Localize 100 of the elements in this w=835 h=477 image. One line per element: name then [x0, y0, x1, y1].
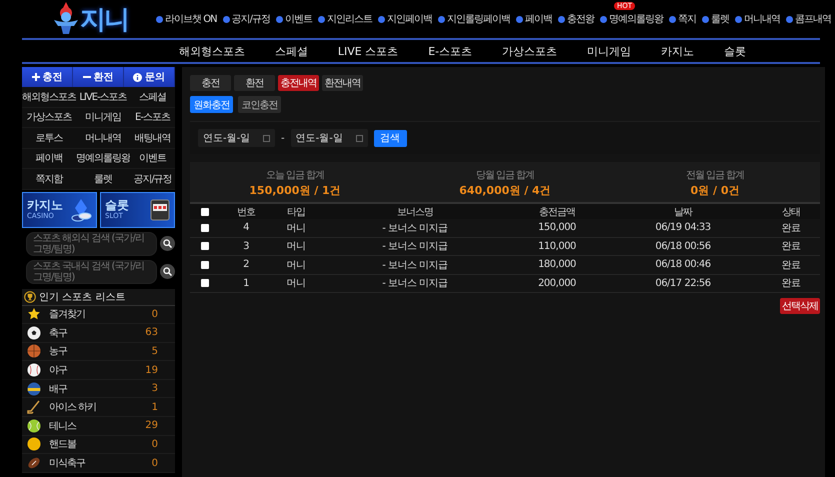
table-cell-text: 06/18 00:46	[654, 259, 712, 270]
main-nav-link[interactable]: 카지노	[646, 44, 710, 58]
top-nav-link[interactable]: 룰렛	[702, 12, 729, 26]
top-nav-link[interactable]: 쪽지	[669, 12, 696, 26]
checkbox[interactable]	[201, 242, 209, 250]
table-cell-text: 150,000	[537, 222, 577, 234]
handball-icon	[27, 437, 41, 452]
tennis-ball-icon	[27, 418, 41, 433]
sport-list-item[interactable]: 배구 3	[22, 380, 175, 398]
sport-list-item[interactable]: 미식축구 0	[22, 454, 175, 473]
sport-list-item[interactable]: 테니스 29	[22, 417, 175, 436]
search-field[interactable]: 스포츠 해외식 검색 (국가/리그명/팀명)	[26, 232, 157, 256]
football-icon	[27, 456, 41, 470]
search-button[interactable]	[160, 264, 175, 279]
table-cell-text: 06/18 00:56	[654, 240, 712, 252]
table-cell-text: 완료	[780, 258, 802, 272]
sub-tab[interactable]: 코인충전	[238, 96, 281, 113]
table-cell-text: 머니	[286, 240, 306, 254]
calendar-icon	[356, 134, 363, 142]
checkbox[interactable]	[201, 224, 209, 232]
dot-icon	[735, 16, 742, 22]
dot-icon	[669, 16, 676, 22]
top-nav-link[interactable]: 지인페이백	[378, 12, 432, 26]
checkbox[interactable]	[201, 279, 209, 288]
sidebar-action-button[interactable]: 충전	[22, 67, 73, 87]
checkbox[interactable]	[201, 208, 209, 216]
summary-value: 640,000원 / 4건	[459, 183, 551, 198]
table-cell-text: 3	[242, 240, 250, 252]
top-nav-link[interactable]: 머니내역	[735, 12, 780, 26]
star-icon	[27, 307, 41, 322]
dot-icon	[558, 16, 565, 22]
top-nav-link[interactable]: 콤프내역	[786, 12, 831, 26]
main-nav-link[interactable]: E-스포츠	[413, 44, 488, 58]
dot-icon	[438, 16, 445, 22]
column-header: 충전금액	[538, 206, 576, 218]
dot-icon	[318, 16, 325, 22]
baseball-icon	[27, 363, 41, 378]
poker-chips-icon	[70, 198, 92, 222]
main-nav-link[interactable]: LIVE 스포츠	[322, 44, 414, 58]
sport-list-item[interactable]: 핸드볼 0	[22, 436, 175, 454]
search-button[interactable]	[160, 236, 175, 251]
summary-value: 0원 / 0건	[690, 183, 740, 198]
logo-text[interactable]: 지니	[80, 2, 128, 36]
dot-icon	[222, 16, 230, 22]
date-field[interactable]: 연도-월-일	[290, 129, 368, 147]
table-cell-text: 완료	[780, 240, 802, 254]
tab[interactable]: 환전내역	[322, 75, 363, 91]
table-cell-text: 머니	[286, 277, 306, 290]
sub-tab[interactable]: 원화충전	[190, 96, 233, 113]
delete-selected-button[interactable]: 선택삭제	[780, 298, 820, 314]
table-cell-text: 06/19 04:33	[654, 222, 712, 234]
top-nav-link[interactable]: 지인롤링페이백	[438, 12, 510, 26]
main-nav-link[interactable]: 스페셜	[260, 44, 323, 58]
sports-list-title: 인기 스포츠 리스트	[39, 290, 126, 304]
sidebar-menu-item[interactable]: 페이백	[22, 148, 76, 169]
tab[interactable]: 충전	[190, 75, 231, 91]
sport-list-item[interactable]: 야구 19	[22, 361, 175, 380]
table-cell-text: 2	[242, 259, 250, 270]
dot-icon	[516, 16, 523, 22]
tab[interactable]: 충전내역	[278, 75, 319, 91]
sport-list-item[interactable]: 아이스 하키 1	[22, 398, 175, 418]
date-field[interactable]: 연도-월-일	[198, 129, 275, 147]
dot-icon	[702, 16, 709, 22]
table-cell-text: - 보너스 미지급	[381, 277, 449, 290]
search-field[interactable]: 스포츠 국내식 검색 (국가/리그명/팀명)	[26, 260, 157, 284]
info-icon	[133, 72, 142, 82]
search-button[interactable]: 검색	[374, 130, 407, 146]
soccer-ball-icon	[27, 326, 41, 340]
sport-list-item[interactable]: 축구 63	[22, 324, 175, 343]
summary-label: 전월 입금 합계	[686, 169, 744, 182]
summary-label: 당월 입금 합계	[476, 169, 534, 182]
main-nav-link[interactable]: 슬롯	[709, 44, 762, 58]
top-nav-link[interactable]: 지인리스트	[318, 12, 372, 26]
sport-list-item[interactable]: 농구 5	[22, 342, 175, 362]
dot-icon	[276, 16, 283, 22]
top-nav-link[interactable]: 페이백	[516, 12, 552, 26]
column-header: 타입	[286, 206, 306, 218]
sidebar-menu-item[interactable]: 이벤트	[130, 148, 175, 169]
top-nav-link[interactable]: 명예의롤링왕	[600, 12, 663, 26]
checkbox[interactable]	[201, 260, 209, 269]
column-header: 번호	[236, 206, 256, 218]
sidebar-action-button[interactable]: 환전	[73, 67, 124, 87]
table-cell-text: 완료	[780, 222, 802, 235]
hockey-stick-icon	[27, 400, 41, 414]
calendar-icon	[263, 134, 270, 142]
top-nav-link[interactable]: 공지/규정	[222, 12, 270, 26]
basketball-icon	[27, 344, 41, 358]
tab[interactable]: 환전	[234, 75, 275, 91]
main-nav-link[interactable]: 해외형스포츠	[164, 44, 260, 58]
sport-list-item[interactable]: 즐겨찾기 0	[22, 306, 175, 324]
table-cell-text: 06/17 22:56	[654, 278, 712, 289]
table-cell-text: 머니	[286, 258, 306, 272]
summary-value: 150,000원 / 1건	[249, 183, 341, 198]
table-cell-text: 4	[242, 222, 250, 234]
sidebar-action-button[interactable]: 문의	[124, 67, 175, 87]
main-nav-link[interactable]: 미니게임	[572, 44, 646, 58]
top-nav-link[interactable]: 충전왕	[558, 12, 594, 26]
top-nav-link[interactable]: 라이브챗 ON	[156, 12, 217, 26]
main-nav-link[interactable]: 가상스포츠	[487, 44, 572, 58]
top-nav-link[interactable]: 이벤트	[276, 12, 312, 26]
